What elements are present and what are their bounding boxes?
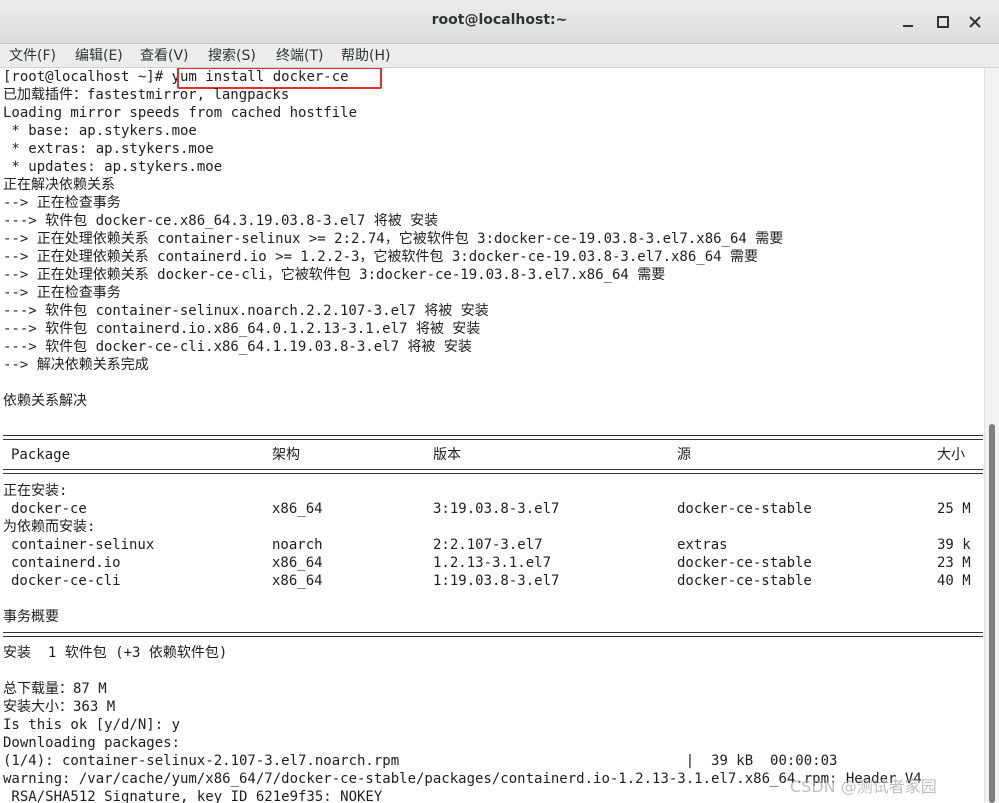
watermark: CSDN @测试者家园	[790, 777, 937, 796]
table-cell: 40 M	[937, 573, 971, 589]
menu-edit[interactable]: 编辑(E)	[74, 46, 124, 66]
output-line: 正在解决依赖关系	[3, 177, 115, 193]
table-cell: 25 M	[937, 501, 971, 517]
table-cell: docker-ce-cli	[11, 573, 121, 589]
table-header-package: Package	[11, 447, 71, 463]
terminal-output[interactable]: [root@localhost ~]# yum install docker-c…	[0, 68, 984, 803]
summary-title: 事务概要	[3, 609, 59, 625]
section-dependencies: 为依赖而安装:	[3, 519, 96, 535]
menu-view[interactable]: 查看(V)	[139, 46, 190, 66]
menu-bar: 文件(F) 编辑(E) 查看(V) 搜索(S) 终端(T) 帮助(H)	[0, 44, 999, 68]
menu-file[interactable]: 文件(F)	[8, 46, 57, 66]
output-line: 依赖关系解决	[3, 393, 87, 409]
output-line: 安装大小：363 M	[3, 699, 116, 715]
window-title: root@localhost:~	[431, 12, 568, 28]
table-cell: noarch	[272, 537, 323, 553]
install-summary: 安装 1 软件包 (+3 依赖软件包)	[3, 645, 228, 661]
table-cell: 1:19.03.8-3.el7	[433, 573, 560, 589]
output-line: --> 正在处理依赖关系 docker-ce-cli，它被软件包 3:docke…	[3, 267, 666, 283]
window-titlebar[interactable]: root@localhost:~	[0, 0, 999, 44]
table-cell: x86_64	[272, 501, 323, 517]
output-line: Loading mirror speeds from cached hostfi…	[3, 105, 358, 121]
minimize-icon[interactable]	[898, 12, 918, 32]
output-line: ---> 软件包 container-selinux.noarch.2.2.10…	[3, 303, 489, 319]
menu-help[interactable]: 帮助(H)	[340, 46, 391, 66]
table-cell: 23 M	[937, 555, 971, 571]
table-cell: 3:19.03.8-3.el7	[433, 501, 560, 517]
table-cell: x86_64	[272, 573, 323, 589]
maximize-icon[interactable]	[933, 12, 953, 32]
output-line: ---> 软件包 docker-ce-cli.x86_64.1.19.03.8-…	[3, 339, 472, 355]
terminal-scrollbar[interactable]	[984, 68, 999, 803]
output-line: Is this ok [y/d/N]: y	[3, 717, 181, 733]
output-line: ---> 软件包 containerd.io.x86_64.0.1.2.13-3…	[3, 321, 481, 337]
output-line: warning: /var/cache/yum/x86_64/7/docker-…	[3, 771, 922, 787]
output-line: * base: ap.stykers.moe	[3, 123, 197, 139]
output-line: * updates: ap.stykers.moe	[3, 159, 223, 175]
table-cell: docker-ce-stable	[677, 573, 812, 589]
table-cell: containerd.io	[11, 555, 121, 571]
output-line: --> 解决依赖关系完成	[3, 357, 149, 373]
close-icon[interactable]	[965, 12, 985, 32]
table-divider	[3, 632, 983, 637]
table-divider	[3, 469, 983, 474]
table-cell: 1.2.13-3.1.el7	[433, 555, 552, 571]
output-line: (1/4): container-selinux-2.107-3.el7.noa…	[3, 753, 838, 769]
output-line: * extras: ap.stykers.moe	[3, 141, 214, 157]
output-line: ---> 软件包 docker-ce.x86_64.3.19.03.8-3.el…	[3, 213, 439, 229]
section-installing: 正在安装:	[3, 483, 68, 499]
table-cell: x86_64	[272, 555, 323, 571]
output-line: 总下载量：87 M	[3, 681, 107, 697]
table-divider	[3, 435, 983, 440]
table-cell: 39 k	[937, 537, 971, 553]
table-cell: docker-ce-stable	[677, 555, 812, 571]
table-cell: docker-ce-stable	[677, 501, 812, 517]
output-line: --> 正在检查事务	[3, 195, 121, 211]
table-cell: 2:2.107-3.el7	[433, 537, 543, 553]
scrollbar-thumb[interactable]	[989, 424, 995, 803]
menu-terminal[interactable]: 终端(T)	[275, 46, 324, 66]
output-line: --> 正在检查事务	[3, 285, 121, 301]
table-cell: docker-ce	[11, 501, 87, 517]
output-line: Downloading packages:	[3, 735, 181, 751]
output-line: 已加载插件：fastestmirror, langpacks	[3, 87, 290, 103]
table-header-repo: 源	[677, 447, 691, 463]
output-line: --> 正在处理依赖关系 container-selinux >= 2:2.74…	[3, 231, 784, 247]
menu-search[interactable]: 搜索(S)	[207, 46, 257, 66]
output-line: --> 正在处理依赖关系 containerd.io >= 1.2.2-3，它被…	[3, 249, 759, 265]
table-header-size: 大小	[937, 447, 965, 463]
table-cell: container-selinux	[11, 537, 155, 553]
table-header-arch: 架构	[272, 447, 300, 463]
table-cell: extras	[677, 537, 728, 553]
table-header-version: 版本	[433, 447, 461, 463]
shell-prompt: [root@localhost ~]#	[3, 69, 172, 85]
output-line: RSA/SHA512 Signature, key ID 621e9f35: N…	[3, 789, 383, 803]
